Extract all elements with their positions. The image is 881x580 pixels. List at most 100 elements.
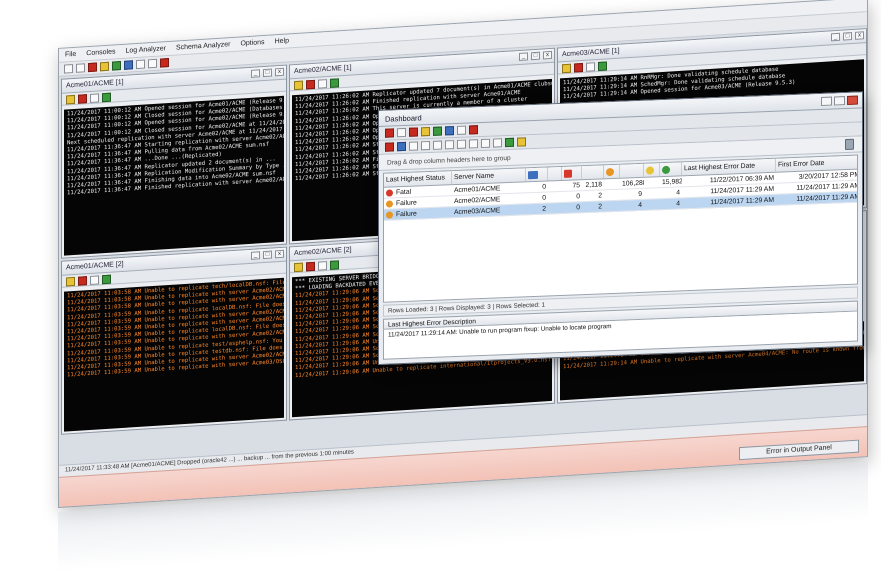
highlight-icon[interactable]	[517, 137, 526, 147]
minimize-icon[interactable]: _	[831, 32, 840, 42]
alert-icon[interactable]	[100, 61, 109, 72]
col-count-2[interactable]	[582, 165, 604, 180]
minimize-icon[interactable]	[821, 96, 832, 106]
redo-icon[interactable]	[421, 141, 430, 151]
fatal-icon	[386, 188, 393, 197]
status-cell: Failure	[384, 209, 452, 219]
col-last-highest-status[interactable]: Last Highest Status	[384, 171, 452, 187]
undo-icon[interactable]	[409, 141, 418, 151]
status-text: Failure	[396, 199, 417, 207]
close-icon[interactable]: x	[855, 31, 864, 40]
count-cell: 2,118	[585, 180, 602, 189]
menu-item[interactable]: Options	[240, 39, 264, 48]
col-count-green[interactable]	[660, 162, 682, 177]
col-count-blue[interactable]	[526, 167, 548, 182]
warning-icon	[646, 165, 654, 175]
filter-icon[interactable]	[586, 62, 595, 72]
count-cell: 0	[576, 192, 580, 200]
export-icon[interactable]	[445, 126, 454, 136]
close-icon[interactable]	[160, 58, 169, 68]
delete-icon[interactable]	[469, 125, 478, 135]
toolbar-button[interactable]	[136, 59, 145, 70]
filter-icon[interactable]	[318, 79, 327, 89]
trash-icon[interactable]	[845, 138, 854, 151]
settings-icon[interactable]	[102, 274, 111, 285]
alert-icon[interactable]	[409, 127, 418, 137]
maximize-icon[interactable]: □	[263, 68, 272, 78]
server-cell: Acme03/ACME	[454, 206, 501, 216]
dashboard-title: Dashboard	[385, 113, 422, 124]
stop-icon[interactable]	[385, 128, 394, 138]
panel-title-text: Acme01/ACME [2]	[66, 260, 124, 272]
stop-icon[interactable]	[306, 261, 315, 272]
pause-icon[interactable]	[294, 80, 303, 91]
filter-icon[interactable]	[90, 93, 99, 103]
settings-icon[interactable]	[330, 78, 339, 88]
pause-icon[interactable]	[66, 276, 75, 287]
menu-item[interactable]: Schema Analyzer	[176, 41, 230, 51]
menu-item[interactable]: Consoles	[86, 48, 115, 57]
col-count-yellow[interactable]	[644, 163, 660, 177]
paste-icon[interactable]	[457, 139, 466, 149]
columns-icon[interactable]	[397, 141, 406, 152]
filter-icon[interactable]	[318, 261, 327, 271]
maximize-icon[interactable]: □	[263, 250, 272, 260]
close-icon[interactable]: x	[275, 249, 284, 259]
panel-title-text: Acme03/ACME [1]	[562, 47, 620, 59]
toolbar-button[interactable]	[64, 64, 73, 74]
count-cell	[604, 195, 620, 196]
minimize-icon[interactable]: _	[251, 69, 260, 78]
stop-icon[interactable]	[78, 94, 87, 104]
settings-icon[interactable]	[102, 92, 111, 103]
col-count-red[interactable]	[562, 166, 582, 180]
pause-icon[interactable]	[562, 63, 571, 74]
toolbar-button[interactable]	[76, 63, 85, 73]
copy-icon[interactable]	[445, 140, 454, 150]
stop-icon[interactable]	[88, 62, 97, 73]
zoom-out-icon[interactable]	[493, 138, 502, 148]
pause-icon[interactable]	[385, 142, 394, 152]
zoom-in-icon[interactable]	[481, 138, 490, 149]
refresh-icon[interactable]	[397, 127, 406, 138]
count-cell	[644, 204, 660, 205]
menu-item[interactable]: Help	[275, 37, 289, 45]
error-output-button[interactable]: Error in Output Panel	[739, 439, 859, 461]
find-icon[interactable]	[469, 139, 478, 149]
count-cell: 106,288	[622, 179, 644, 188]
close-icon[interactable]	[847, 95, 858, 105]
settings-icon[interactable]	[330, 260, 339, 270]
count-cell	[644, 193, 660, 194]
minimize-icon[interactable]: _	[251, 251, 260, 260]
filter-icon[interactable]	[90, 275, 99, 285]
server-cell: Acme02/ACME	[454, 195, 501, 205]
close-icon[interactable]: x	[275, 67, 284, 77]
save-icon[interactable]	[124, 60, 133, 70]
print-icon[interactable]	[457, 125, 466, 135]
stop-icon[interactable]	[78, 276, 87, 286]
status-cell: Fatal	[384, 187, 452, 197]
menu-item[interactable]: File	[65, 51, 76, 59]
stop-icon[interactable]	[306, 79, 315, 90]
toolbar-button[interactable]	[148, 58, 157, 69]
cut-icon[interactable]	[433, 140, 442, 150]
pause-icon[interactable]	[294, 262, 303, 273]
warning-icon[interactable]	[421, 127, 430, 137]
status-text: Fatal	[396, 188, 412, 196]
minimize-icon[interactable]: _	[519, 52, 528, 61]
pause-icon[interactable]	[66, 94, 75, 105]
settings-icon[interactable]	[598, 61, 607, 72]
close-icon[interactable]: x	[543, 50, 552, 60]
play-icon[interactable]	[112, 61, 121, 71]
col-count-1[interactable]	[548, 166, 562, 181]
col-count-orange[interactable]	[604, 164, 620, 179]
maximize-icon[interactable]: □	[531, 51, 540, 61]
maximize-icon[interactable]: □	[843, 32, 852, 41]
maximize-icon[interactable]	[834, 96, 845, 106]
menu-item[interactable]: Log Analyzer	[125, 45, 165, 55]
count-cell: 4	[638, 201, 642, 209]
col-count-3[interactable]	[620, 163, 644, 178]
ok-icon[interactable]	[433, 126, 442, 136]
chart-icon[interactable]	[505, 137, 514, 148]
stop-icon[interactable]	[574, 62, 583, 73]
failure-icon	[386, 199, 393, 208]
